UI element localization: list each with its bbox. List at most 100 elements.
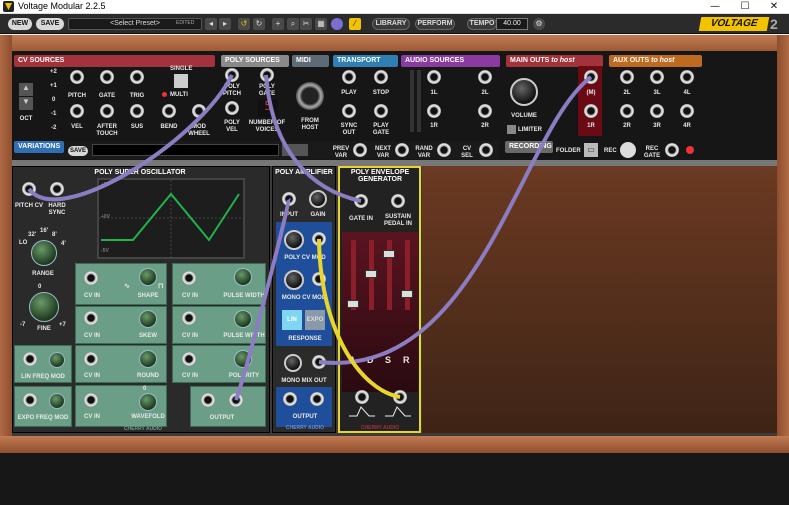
mono-mix-knob[interactable] <box>284 354 302 372</box>
env-gate-in-jack[interactable] <box>354 194 368 208</box>
rec-gate-jack[interactable] <box>665 143 679 157</box>
oct-down-button[interactable]: ▼ <box>19 97 33 110</box>
lin-fm-jack[interactable] <box>23 352 37 366</box>
poly-cv-mod-knob[interactable] <box>284 230 304 250</box>
cable-color-icon[interactable] <box>331 18 343 30</box>
perform-button[interactable]: PERFORM <box>415 18 455 30</box>
trig-mode-switch[interactable] <box>174 74 188 88</box>
aux-3r-jack[interactable] <box>650 104 664 118</box>
sync-out-jack[interactable] <box>342 104 356 118</box>
decay-fader[interactable] <box>365 270 377 278</box>
after-touch-jack[interactable] <box>100 104 114 118</box>
folder-icon[interactable]: ▭ <box>584 143 598 157</box>
audio-1l-jack[interactable] <box>427 70 441 84</box>
variation-name-field[interactable] <box>92 144 279 156</box>
variation-slot[interactable] <box>282 144 308 156</box>
fine-knob[interactable] <box>29 292 59 322</box>
main-out-m-jack[interactable] <box>584 70 598 84</box>
osc-pitch-cv-jack[interactable] <box>22 182 36 196</box>
sustain-fader[interactable] <box>383 250 395 258</box>
expo-button[interactable]: EXPO <box>305 310 325 330</box>
mono-cv-mod-jack[interactable] <box>312 272 326 286</box>
expo-fm-jack[interactable] <box>23 393 37 407</box>
aux-3l-jack[interactable] <box>650 70 664 84</box>
cv-sel-jack[interactable] <box>479 143 493 157</box>
audio-1r-jack[interactable] <box>427 104 441 118</box>
hazard-icon[interactable]: ⁄ <box>349 18 361 30</box>
undo-icon[interactable]: ↺ <box>238 18 250 30</box>
checker-icon[interactable]: ▦ <box>315 18 327 30</box>
vel-jack[interactable] <box>70 104 84 118</box>
osc-output-minus-jack[interactable] <box>201 393 215 407</box>
arrow-right-icon[interactable]: ▸ <box>219 18 231 30</box>
osc-hard-sync-jack[interactable] <box>50 182 64 196</box>
record-icon[interactable] <box>620 142 636 158</box>
sus-jack[interactable] <box>130 104 144 118</box>
shape-knob[interactable] <box>139 268 157 286</box>
env-out-minus-jack[interactable] <box>355 390 369 404</box>
new-button[interactable]: NEW <box>8 18 32 30</box>
bend-jack[interactable] <box>162 104 176 118</box>
midi-din-icon[interactable] <box>296 82 324 110</box>
amp-output-plus-jack[interactable] <box>310 392 324 406</box>
limiter-checkbox[interactable] <box>507 125 516 134</box>
redo-icon[interactable]: ↻ <box>253 18 265 30</box>
settings-icon[interactable]: ⚙ <box>533 18 545 30</box>
attack-fader[interactable] <box>347 300 359 308</box>
range-knob[interactable] <box>31 240 57 266</box>
magnify-icon[interactable]: ⌕ <box>287 18 299 30</box>
polarity-knob[interactable] <box>234 350 252 368</box>
gate-jack[interactable] <box>100 70 114 84</box>
maximize-button[interactable]: ☐ <box>730 0 760 14</box>
env-sustain-jack[interactable] <box>391 194 405 208</box>
osc-output-plus-jack[interactable] <box>229 393 243 407</box>
volume-knob[interactable] <box>510 78 538 106</box>
amp-gain-knob[interactable] <box>309 190 327 208</box>
rand-var-jack[interactable] <box>437 143 451 157</box>
audio-2r-jack[interactable] <box>478 104 492 118</box>
stop-jack[interactable] <box>374 70 388 84</box>
prev-var-jack[interactable] <box>353 143 367 157</box>
save-button[interactable]: SAVE <box>36 18 64 30</box>
play-gate-jack[interactable] <box>374 104 388 118</box>
pw2-cv-jack[interactable] <box>182 311 196 325</box>
mod-wheel-jack[interactable] <box>192 104 206 118</box>
shape-cv-jack[interactable] <box>84 271 98 285</box>
trig-jack[interactable] <box>130 70 144 84</box>
env-out-plus-jack[interactable] <box>393 390 407 404</box>
pw2-knob[interactable] <box>234 310 252 328</box>
zoom-in-icon[interactable]: + <box>272 18 284 30</box>
amp-output-minus-jack[interactable] <box>283 392 297 406</box>
aux-2l-jack[interactable] <box>620 70 634 84</box>
release-fader[interactable] <box>401 290 413 298</box>
variation-save-button[interactable]: SAVE <box>68 146 88 156</box>
pw1-cv-jack[interactable] <box>182 271 196 285</box>
tempo-input[interactable]: 40.00 <box>496 18 528 30</box>
polarity-cv-jack[interactable] <box>182 352 196 366</box>
round-knob[interactable] <box>139 350 157 368</box>
next-var-jack[interactable] <box>395 143 409 157</box>
lin-fm-knob[interactable] <box>49 352 65 368</box>
wavefold-cv-jack[interactable] <box>84 393 98 407</box>
poly-gate-jack[interactable] <box>260 68 274 82</box>
arrow-left-icon[interactable]: ◂ <box>205 18 217 30</box>
mono-mix-out-jack[interactable] <box>312 355 326 369</box>
minimize-button[interactable]: — <box>700 0 730 14</box>
aux-2r-jack[interactable] <box>620 104 634 118</box>
poly-cv-mod-jack[interactable] <box>312 232 326 246</box>
pw1-knob[interactable] <box>234 268 252 286</box>
wavefold-knob[interactable] <box>139 393 157 411</box>
library-button[interactable]: LIBRARY <box>372 18 410 30</box>
voices-display[interactable]: 5 <box>258 99 278 117</box>
pitch-jack[interactable] <box>70 70 84 84</box>
amp-input-jack[interactable] <box>282 192 296 206</box>
shuffle-icon[interactable]: ✂ <box>300 18 312 30</box>
poly-vel-jack[interactable] <box>225 101 239 115</box>
round-cv-jack[interactable] <box>84 352 98 366</box>
lin-button[interactable]: LIN <box>282 310 302 330</box>
aux-4r-jack[interactable] <box>680 104 694 118</box>
poly-pitch-jack[interactable] <box>225 68 239 82</box>
oct-up-button[interactable]: ▲ <box>19 83 33 96</box>
audio-2l-jack[interactable] <box>478 70 492 84</box>
play-jack[interactable] <box>342 70 356 84</box>
